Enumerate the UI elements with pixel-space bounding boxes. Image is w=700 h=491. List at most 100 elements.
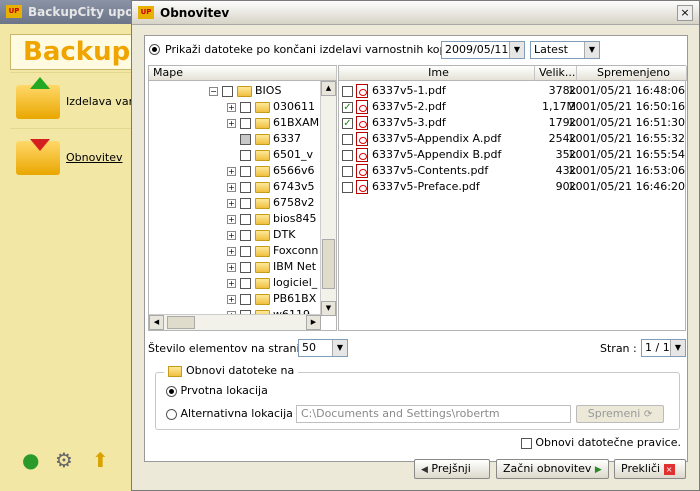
alternative-location-radio[interactable]: [166, 408, 177, 420]
file-row[interactable]: 6337v5-Appendix A.pdf 254k 2001/05/21 16:5…: [339, 131, 687, 147]
start-restore-button[interactable]: Začni obnovitev ▶: [496, 459, 609, 479]
expand-icon[interactable]: +: [227, 278, 236, 288]
folder-tree-item[interactable]: +6758v2: [227, 195, 315, 211]
column-header-name[interactable]: Ime: [339, 66, 535, 81]
file-row[interactable]: ✓ 6337v5-2.pdf 1,17M 2001/05/21 16:50:16: [339, 99, 687, 115]
pdf-file-icon: [356, 132, 368, 146]
scroll-left-icon[interactable]: ◀: [149, 315, 164, 330]
nav-item-backup[interactable]: Izdelava varn: [10, 72, 140, 127]
folder-checkbox[interactable]: [222, 85, 233, 97]
alternative-path-input[interactable]: C:\Documents and Settings\robertm: [296, 405, 571, 423]
file-checkbox[interactable]: [342, 149, 353, 161]
expand-icon[interactable]: +: [227, 198, 236, 208]
cancel-button[interactable]: Prekliči ×: [614, 459, 686, 479]
folder-tree-item[interactable]: + DTK: [227, 227, 295, 243]
folder-checkbox[interactable]: [240, 165, 251, 177]
original-location-radio[interactable]: [166, 385, 177, 397]
folder-tree-item[interactable]: + IBM Net: [227, 259, 316, 275]
folder-tree-item[interactable]: +6566v6: [227, 163, 315, 179]
folder-checkbox[interactable]: [240, 277, 251, 289]
expand-icon[interactable]: +: [227, 246, 236, 256]
folder-checkbox[interactable]: [240, 293, 251, 305]
collapse-icon[interactable]: −: [209, 86, 218, 96]
file-checkbox[interactable]: ✓: [342, 101, 353, 113]
folder-tree-item[interactable]: + bios845: [227, 211, 317, 227]
arrow-right-icon: ▶: [594, 465, 602, 475]
folder-checkbox[interactable]: [240, 133, 251, 145]
back-button[interactable]: ◀ Prejšnji: [414, 459, 490, 479]
folder-icon: [255, 117, 270, 129]
per-page-select[interactable]: 50 ▼: [298, 339, 348, 357]
update-icon[interactable]: ⬆: [92, 448, 109, 472]
expand-icon[interactable]: +: [227, 294, 236, 304]
folder-tree-item[interactable]: + Foxconn: [227, 243, 318, 259]
pdf-file-icon: [356, 180, 368, 194]
scroll-up-icon[interactable]: ▲: [321, 81, 336, 96]
restore-permissions-option[interactable]: Obnovi datotečne pravice.: [520, 436, 681, 449]
file-name: 6337v5-Preface.pdf: [372, 180, 480, 193]
file-row[interactable]: 6337v5-1.pdf 378k 2001/05/21 16:48:06: [339, 83, 687, 99]
folder-tree-item[interactable]: − BIOS: [209, 83, 281, 99]
backup-date-select[interactable]: 2009/05/11 ▼: [441, 41, 525, 59]
scroll-thumb[interactable]: [322, 239, 335, 289]
folder-name: 030611: [273, 100, 315, 113]
scroll-right-icon[interactable]: ▶: [306, 315, 321, 330]
page-select[interactable]: 1 / 1 ▼: [641, 339, 686, 357]
file-row[interactable]: ✓ 6337v5-3.pdf 179k 2001/05/21 16:51:30: [339, 115, 687, 131]
folders-horizontal-scrollbar[interactable]: ◀ ▶: [149, 314, 321, 330]
file-checkbox[interactable]: ✓: [342, 117, 353, 129]
back-button-label: Prejšnji: [431, 462, 471, 475]
folder-checkbox[interactable]: [240, 213, 251, 225]
close-icon[interactable]: ×: [677, 5, 693, 21]
folder-checkbox[interactable]: [240, 197, 251, 209]
folders-vertical-scrollbar[interactable]: ▲ ▼: [320, 81, 336, 316]
folder-tree-item[interactable]: 6337: [227, 131, 301, 147]
gear-icon[interactable]: ⚙: [55, 448, 73, 472]
file-checkbox[interactable]: [342, 85, 353, 97]
user-icon[interactable]: ●: [22, 448, 39, 472]
file-name: 6337v5-Contents.pdf: [372, 164, 489, 177]
scroll-down-icon[interactable]: ▼: [321, 301, 336, 316]
file-checkbox[interactable]: [342, 165, 353, 177]
file-modified: 2001/05/21 16:50:16: [568, 100, 685, 113]
file-row[interactable]: 6337v5-Preface.pdf 90k 2001/05/21 16:46:20: [339, 179, 687, 195]
column-header-size[interactable]: Velik...: [535, 66, 577, 81]
expand-icon[interactable]: +: [227, 262, 236, 272]
expand-icon[interactable]: +: [227, 118, 236, 128]
original-location-option[interactable]: Prvotna lokacija: [166, 383, 268, 399]
folders-tree: Mape − BIOS +030611 +61BXAM 6337 6501_v +6566v…: [148, 65, 337, 331]
background-app-title: BackupCity upora: [28, 5, 148, 19]
folder-tree-item[interactable]: + PB61BX: [227, 291, 316, 307]
show-files-radio[interactable]: [149, 44, 160, 55]
nav-item-restore[interactable]: Obnovitev: [10, 128, 140, 183]
folder-tree-item[interactable]: +61BXAM: [227, 115, 319, 131]
file-row[interactable]: 6337v5-Appendix B.pdf 35k 2001/05/21 16:55…: [339, 147, 687, 163]
column-header-modified[interactable]: Spremenjeno: [577, 66, 687, 81]
folders-header[interactable]: Mape: [149, 66, 337, 81]
file-row[interactable]: 6337v5-Contents.pdf 43k 2001/05/21 16:53:0…: [339, 163, 687, 179]
folder-checkbox[interactable]: [240, 245, 251, 257]
folder-tree-item[interactable]: +030611: [227, 99, 315, 115]
folder-checkbox[interactable]: [240, 149, 251, 161]
alternative-location-option[interactable]: Alternativna lokacija :: [166, 406, 300, 422]
expand-icon[interactable]: +: [227, 102, 236, 112]
folder-checkbox[interactable]: [240, 101, 251, 113]
restore-legend: Obnovi datoteke na: [164, 364, 299, 377]
expand-icon[interactable]: +: [227, 230, 236, 240]
change-location-button[interactable]: Spremeni ⟳: [576, 405, 664, 423]
folder-tree-item[interactable]: 6501_v: [227, 147, 313, 163]
folder-tree-item[interactable]: + logiciel_: [227, 275, 317, 291]
folder-checkbox[interactable]: [240, 229, 251, 241]
expand-icon[interactable]: +: [227, 166, 236, 176]
restore-permissions-checkbox[interactable]: [520, 437, 532, 449]
expand-icon[interactable]: +: [227, 182, 236, 192]
expand-icon[interactable]: +: [227, 214, 236, 224]
folder-checkbox[interactable]: [240, 261, 251, 273]
folder-checkbox[interactable]: [240, 117, 251, 129]
file-checkbox[interactable]: [342, 133, 353, 145]
folder-tree-item[interactable]: +6743v5: [227, 179, 315, 195]
scroll-thumb[interactable]: [167, 316, 195, 329]
folder-checkbox[interactable]: [240, 181, 251, 193]
file-checkbox[interactable]: [342, 181, 353, 193]
version-select[interactable]: Latest ▼: [530, 41, 600, 59]
